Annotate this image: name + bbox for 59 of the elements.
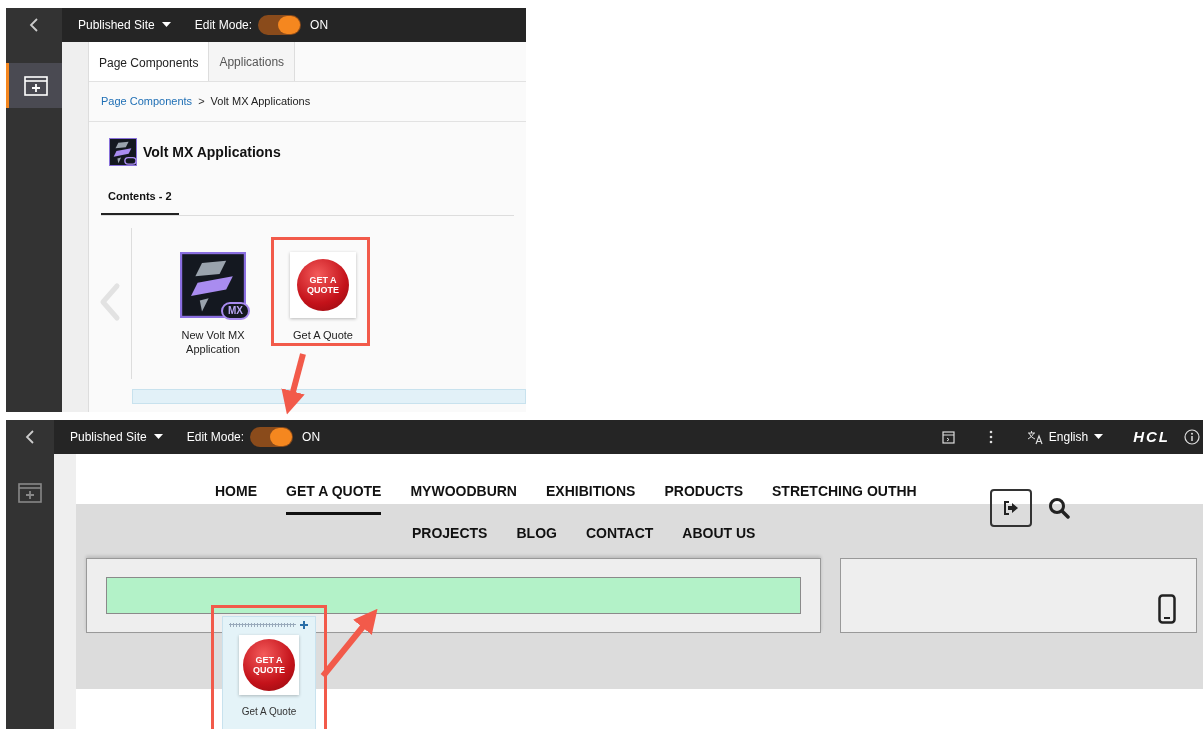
add-panel-icon <box>23 75 48 96</box>
search-button[interactable] <box>1047 497 1070 519</box>
add-component-button[interactable] <box>6 63 62 108</box>
edit-mode-state: ON <box>310 17 329 34</box>
edit-mode-label: Edit Mode: <box>194 17 253 34</box>
nav-link[interactable]: MYWOODBURN <box>410 481 517 515</box>
translate-icon <box>1026 429 1043 445</box>
add-panel-icon <box>18 483 42 503</box>
mobile-phone-icon <box>1158 594 1176 624</box>
chevron-left-icon <box>25 430 35 444</box>
login-button[interactable] <box>989 489 1032 527</box>
kebab-menu-icon <box>988 430 993 444</box>
chevron-left-icon <box>29 18 39 32</box>
contents-tab[interactable]: Contents - 2 <box>101 180 179 215</box>
component-label: Get A Quote <box>241 705 297 719</box>
arrow <box>281 353 306 415</box>
nav-link[interactable]: PROJECTS <box>412 523 488 557</box>
site-dropdown[interactable]: Published Site <box>78 16 171 34</box>
thumbnail-text: GET A QUOTE <box>252 655 286 675</box>
panel-tab[interactable]: Applications <box>209 42 296 81</box>
breadcrumb-separator: > <box>198 94 205 110</box>
nav-link[interactable]: PRODUCTS <box>664 481 743 515</box>
app-logo <box>109 138 137 166</box>
panel-tab[interactable]: Page Components <box>89 42 210 81</box>
info-button[interactable] <box>1184 429 1200 445</box>
drag-handle[interactable] <box>229 623 296 627</box>
nav-link[interactable]: STRETCHING OUTHH <box>772 481 917 515</box>
search-icon <box>1047 497 1070 519</box>
back-button[interactable] <box>6 420 54 454</box>
nav-link[interactable]: ABOUT US <box>682 523 756 557</box>
thumbnail-text: GET A QUOTE <box>306 274 340 295</box>
brand-logo: HCL <box>1133 426 1170 447</box>
site-dropdown[interactable]: Published Site <box>70 428 163 446</box>
preview-button[interactable] <box>941 430 955 444</box>
nav-link[interactable]: GET A QUOTE <box>286 481 382 515</box>
terminal-window-icon <box>941 430 955 444</box>
nav-link[interactable]: BLOG <box>516 523 557 557</box>
edit-mode-state: ON <box>302 429 321 446</box>
edit-mode-label: Edit Mode: <box>186 429 245 446</box>
app-label: Get A Quote <box>293 327 353 342</box>
edit-mode-toggle[interactable] <box>258 15 302 35</box>
app-logo <box>180 251 246 318</box>
caret-icon <box>153 434 163 440</box>
breadcrumb-current: Volt MX Applications <box>210 94 311 110</box>
breadcrumb-link[interactable]: Page Components <box>101 93 193 110</box>
add-component-button[interactable] <box>18 483 42 503</box>
language-dropdown[interactable]: English <box>1026 428 1104 446</box>
nav-link[interactable]: CONTACT <box>585 523 654 557</box>
nav-link[interactable]: EXHIBITIONS <box>545 481 636 515</box>
caret-icon <box>161 22 171 28</box>
app-label: New Volt MX Application <box>180 327 246 356</box>
sign-in-icon <box>1002 501 1019 515</box>
caret-icon <box>1094 434 1104 440</box>
nav-link[interactable]: HOME <box>215 481 257 515</box>
more-button[interactable] <box>988 430 993 444</box>
edit-mode-toggle[interactable] <box>250 427 294 447</box>
panel-heading: Volt MX Applications <box>143 142 281 162</box>
info-icon <box>1184 429 1200 445</box>
plus-icon <box>299 620 309 630</box>
